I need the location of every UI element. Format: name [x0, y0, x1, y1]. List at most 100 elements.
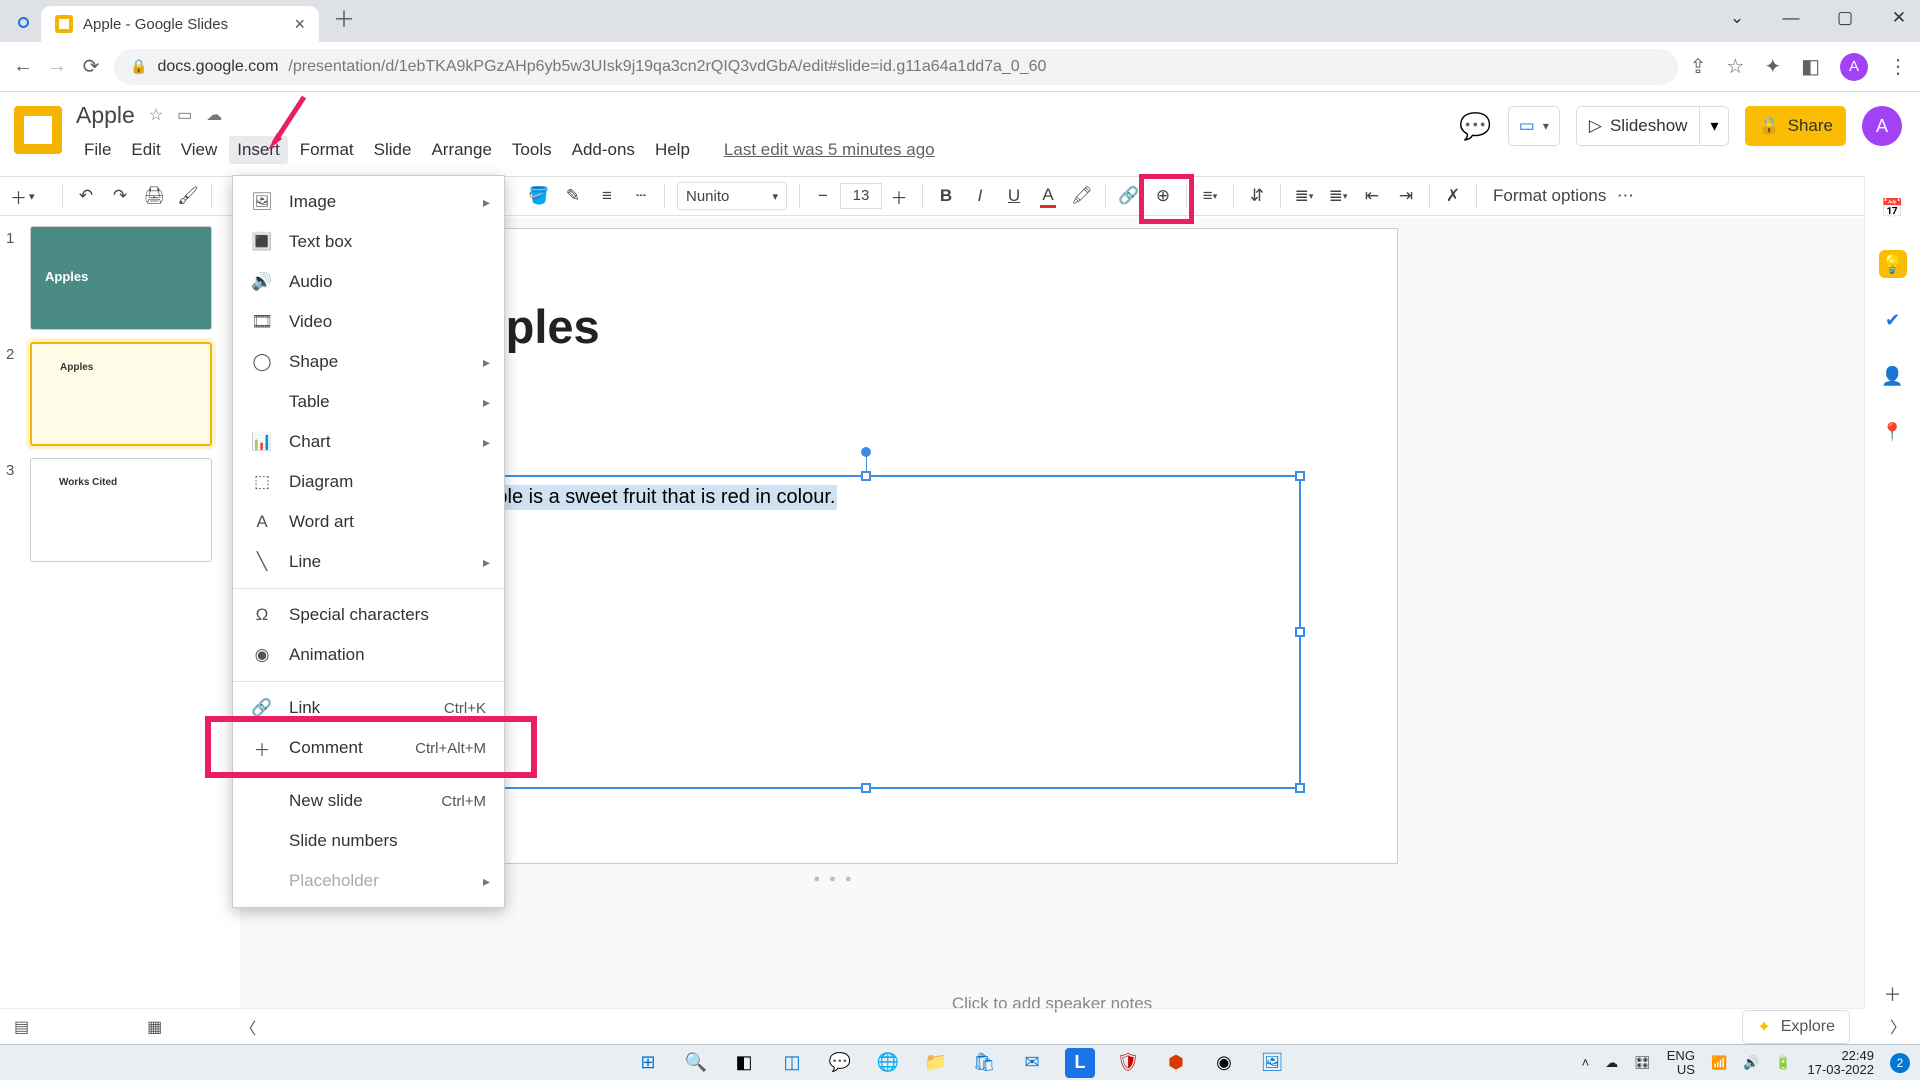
new-slide-button[interactable]: ＋▾ [10, 181, 54, 211]
highlight-button[interactable]: 🖍 [1067, 181, 1097, 211]
tasks-icon[interactable]: ✔ [1879, 306, 1907, 334]
slideshow-dropdown[interactable]: ▾ [1699, 106, 1729, 146]
insert-link-button[interactable]: 🔗 [1114, 181, 1144, 211]
volume-icon[interactable]: 🔊 [1743, 1055, 1759, 1071]
border-dash-button[interactable]: ┄ [626, 181, 656, 211]
resize-handle[interactable] [1295, 471, 1305, 481]
bookmark-star-icon[interactable]: ☆ [1726, 54, 1744, 79]
app-l-icon[interactable]: L [1065, 1048, 1095, 1078]
tabs-dropdown-icon[interactable]: ⌄ [1724, 8, 1750, 28]
rotate-handle[interactable] [861, 447, 871, 457]
nav-back-icon[interactable]: ← [12, 55, 34, 78]
keep-icon[interactable]: 💡 [1879, 250, 1907, 278]
resize-handle[interactable] [861, 471, 871, 481]
clock[interactable]: 22:4917-03-2022 [1808, 1049, 1875, 1077]
browser-tab[interactable]: Apple - Google Slides × [41, 6, 319, 42]
language-indicator[interactable]: ENGUS [1667, 1049, 1695, 1077]
share-page-icon[interactable]: ⇪ [1690, 54, 1707, 79]
border-color-button[interactable]: ✎ [558, 181, 588, 211]
cloud-status-icon[interactable]: ☁ [206, 105, 222, 125]
calendar-icon[interactable]: 📅 [1879, 194, 1907, 222]
undo-button[interactable]: ↶ [71, 181, 101, 211]
present-button[interactable]: ▭▾ [1508, 106, 1560, 146]
menu-edit[interactable]: Edit [123, 136, 168, 164]
omnibox[interactable]: 🔒 docs.google.com/presentation/d/1ebTKA9… [114, 49, 1678, 85]
insert-link[interactable]: 🔗LinkCtrl+K [233, 688, 504, 728]
italic-button[interactable]: I [965, 181, 995, 211]
menu-slide[interactable]: Slide [366, 136, 420, 164]
share-button[interactable]: 🔒Share [1745, 106, 1846, 146]
insert-comment-button[interactable]: ⊕ [1148, 181, 1178, 211]
tray-app-icon[interactable]: 🎛 [1634, 1055, 1651, 1071]
comments-icon[interactable]: 💬 [1459, 111, 1491, 142]
edge-icon[interactable]: 🌐 [873, 1048, 903, 1078]
filmstrip-view-icon[interactable]: ▤ [14, 1017, 29, 1037]
document-title[interactable]: Apple [76, 102, 135, 129]
clear-formatting-button[interactable]: ✗ [1438, 181, 1468, 211]
window-minimize-icon[interactable]: ― [1778, 8, 1804, 28]
profile-avatar[interactable]: A [1840, 53, 1868, 81]
slides-logo-icon[interactable] [14, 106, 62, 154]
insert-line[interactable]: ╲Line▸ [233, 542, 504, 582]
last-edit-link[interactable]: Last edit was 5 minutes ago [716, 136, 943, 164]
insert-special-chars[interactable]: ΩSpecial characters [233, 595, 504, 635]
sidepanel-icon[interactable]: ◧ [1801, 54, 1820, 79]
window-maximize-icon[interactable]: ▢ [1832, 8, 1858, 28]
explorer-icon[interactable]: 📁 [921, 1048, 951, 1078]
window-close-icon[interactable]: ✕ [1886, 8, 1912, 28]
widgets-icon[interactable]: ◫ [777, 1048, 807, 1078]
explore-button[interactable]: ✦Explore [1742, 1010, 1850, 1044]
resize-handle[interactable] [861, 783, 871, 793]
resize-handle[interactable] [1295, 627, 1305, 637]
insert-diagram[interactable]: ⬚Diagram [233, 462, 504, 502]
insert-shape[interactable]: ◯Shape▸ [233, 342, 504, 382]
speaker-notes-grip-icon[interactable]: ● ● ● [813, 873, 854, 885]
menu-arrange[interactable]: Arrange [423, 136, 499, 164]
format-options-button[interactable]: Format options [1493, 186, 1606, 206]
numbered-list-button[interactable]: ≣▾ [1323, 181, 1353, 211]
border-weight-button[interactable]: ≡ [592, 181, 622, 211]
insert-table[interactable]: Table▸ [233, 382, 504, 422]
browser-menu-icon[interactable]: ⋮ [1888, 54, 1908, 79]
battery-icon[interactable]: 🔋 [1775, 1055, 1791, 1071]
slide-thumbnail-2[interactable]: Apples [30, 342, 212, 446]
tab-close-icon[interactable]: × [294, 14, 305, 35]
insert-textbox[interactable]: 🔳Text box [233, 222, 504, 262]
slide-thumbnail-1[interactable]: Apples [30, 226, 212, 330]
collapse-filmstrip-icon[interactable]: 〈 [240, 1015, 256, 1039]
redo-button[interactable]: ↷ [105, 181, 135, 211]
chat-icon[interactable]: 💬 [825, 1048, 855, 1078]
mail-icon[interactable]: ✉ [1017, 1048, 1047, 1078]
insert-audio[interactable]: 🔊Audio [233, 262, 504, 302]
new-tab-button[interactable]: ＋ [333, 2, 355, 34]
tray-chevron-icon[interactable]: ˄ [1582, 1055, 1590, 1070]
chrome-icon[interactable]: ◉ [1209, 1048, 1239, 1078]
paint-format-button[interactable]: 🖌 [173, 181, 203, 211]
insert-wordart[interactable]: AWord art [233, 502, 504, 542]
maps-icon[interactable]: 📍 [1879, 418, 1907, 446]
onedrive-icon[interactable]: ☁ [1605, 1055, 1618, 1071]
insert-animation[interactable]: ◉Animation [233, 635, 504, 675]
show-sidepanel-icon[interactable]: 〉 [1890, 1014, 1906, 1038]
extensions-icon[interactable]: ✦ [1764, 54, 1781, 79]
more-button[interactable]: ⋯ [1610, 181, 1640, 211]
office-icon[interactable]: ⬢ [1161, 1048, 1191, 1078]
slide-filmstrip[interactable]: 1 Apples 2 Apples 3 Works Cited [0, 218, 240, 1008]
insert-chart[interactable]: 📊Chart▸ [233, 422, 504, 462]
star-icon[interactable]: ☆ [149, 105, 163, 125]
insert-slide-numbers[interactable]: Slide numbers [233, 821, 504, 861]
taskview-icon[interactable]: ◧ [729, 1048, 759, 1078]
slideshow-button[interactable]: ▷Slideshow [1576, 106, 1700, 146]
menu-help[interactable]: Help [647, 136, 698, 164]
search-icon[interactable]: 🔍 [681, 1048, 711, 1078]
store-icon[interactable]: 🛍 [969, 1048, 999, 1078]
photos-icon[interactable]: 🖼 [1257, 1048, 1287, 1078]
start-icon[interactable]: ⊞ [633, 1048, 663, 1078]
indent-increase-button[interactable]: ⇥ [1391, 181, 1421, 211]
contacts-icon[interactable]: 👤 [1879, 362, 1907, 390]
nav-forward-icon[interactable]: → [46, 55, 68, 78]
menu-file[interactable]: File [76, 136, 119, 164]
add-on-plus-icon[interactable]: ＋ [1879, 980, 1907, 1008]
menu-tools[interactable]: Tools [504, 136, 560, 164]
notifications-icon[interactable]: 2 [1890, 1053, 1910, 1073]
